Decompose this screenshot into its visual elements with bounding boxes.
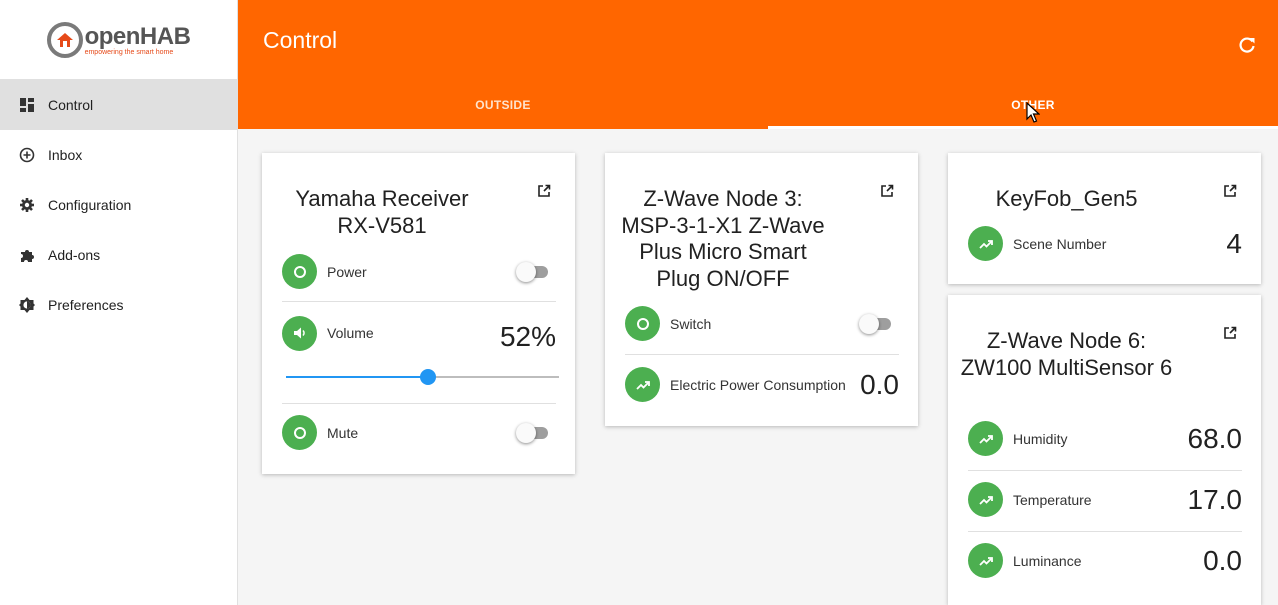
open-external-icon[interactable] bbox=[537, 184, 551, 198]
card-yamaha-receiver: Yamaha Receiver RX-V581 Power Volume 52%… bbox=[262, 153, 575, 474]
item-temperature: Temperature 17.0 bbox=[968, 482, 1242, 517]
sidebar-item-preferences[interactable]: Preferences bbox=[0, 280, 237, 330]
item-label: Switch bbox=[670, 315, 712, 332]
item-label: Mute bbox=[327, 424, 359, 441]
item-label: Luminance bbox=[1013, 552, 1082, 569]
divider bbox=[625, 354, 899, 355]
card-keyfob: KeyFob_Gen5 Scene Number 4 bbox=[948, 153, 1261, 284]
gear-icon bbox=[19, 197, 35, 213]
luminance-value: 0.0 bbox=[1203, 544, 1242, 576]
mouse-cursor-icon bbox=[1026, 102, 1040, 123]
open-external-icon[interactable] bbox=[1223, 184, 1237, 198]
divider bbox=[282, 301, 556, 302]
divider bbox=[968, 470, 1242, 471]
power-icon bbox=[625, 306, 660, 341]
sidebar-item-label: Preferences bbox=[48, 297, 124, 313]
card-zwave-node-3: Z-Wave Node 3: MSP-3-1-X1 Z-Wave Plus Mi… bbox=[605, 153, 918, 426]
trending-up-icon bbox=[968, 421, 1003, 456]
card-title: Z-Wave Node 3: MSP-3-1-X1 Z-Wave Plus Mi… bbox=[621, 186, 825, 291]
item-scene-number: Scene Number 4 bbox=[968, 226, 1242, 261]
open-external-icon[interactable] bbox=[880, 184, 894, 198]
sidebar-item-addons[interactable]: Add-ons bbox=[0, 230, 237, 280]
slider-thumb[interactable] bbox=[419, 369, 436, 385]
speaker-icon bbox=[282, 315, 317, 351]
item-volume: Volume 52% bbox=[282, 313, 556, 353]
switch-toggle[interactable] bbox=[859, 313, 893, 335]
item-power: Power bbox=[282, 254, 556, 289]
sidebar-item-label: Control bbox=[48, 97, 94, 113]
sidebar: openHAB empowering the smart home Contro… bbox=[0, 0, 238, 605]
sidebar-item-label: Add-ons bbox=[48, 247, 101, 263]
open-external-icon[interactable] bbox=[1223, 326, 1237, 340]
card-title: KeyFob_Gen5 bbox=[995, 186, 1138, 211]
refresh-icon[interactable] bbox=[1238, 36, 1256, 54]
sidebar-item-inbox[interactable]: Inbox bbox=[0, 130, 237, 180]
page-title: Control bbox=[263, 27, 338, 53]
power-icon bbox=[282, 415, 317, 450]
logo-wordmark-text: openHAB bbox=[84, 22, 191, 50]
item-label: Humidity bbox=[1013, 430, 1068, 447]
add-circle-icon bbox=[19, 147, 35, 163]
item-label: Temperature bbox=[1013, 491, 1092, 508]
trending-up-icon bbox=[968, 226, 1003, 261]
item-humidity: Humidity 68.0 bbox=[968, 421, 1242, 456]
tab-indicator bbox=[768, 126, 1278, 129]
card-zwave-node-6: Z-Wave Node 6: ZW100 MultiSensor 6 Humid… bbox=[948, 295, 1261, 605]
sidebar-item-label: Inbox bbox=[48, 147, 83, 163]
sidebar-item-configuration[interactable]: Configuration bbox=[0, 180, 237, 230]
item-label: Electric Power Consumption bbox=[670, 376, 846, 393]
sidebar-item-control[interactable]: Control bbox=[0, 80, 237, 130]
dashboard-icon bbox=[19, 97, 35, 113]
trending-up-icon bbox=[968, 543, 1003, 578]
electric-power-value: 0.0 bbox=[860, 368, 899, 400]
logo-ring-icon bbox=[46, 21, 83, 58]
logo-house-icon bbox=[56, 32, 73, 47]
card-title: Yamaha Receiver RX-V581 bbox=[295, 186, 469, 238]
humidity-value: 68.0 bbox=[1187, 422, 1243, 454]
openhab-logo[interactable]: openHAB empowering the smart home bbox=[0, 0, 237, 80]
logo-tagline: empowering the smart home bbox=[84, 48, 174, 56]
item-electric-power: Electric Power Consumption 0.0 bbox=[625, 367, 899, 402]
card-title: Z-Wave Node 6: ZW100 MultiSensor 6 bbox=[960, 328, 1173, 380]
logo-wordmark: openHAB bbox=[84, 22, 191, 50]
volume-slider[interactable] bbox=[286, 369, 559, 385]
trending-up-icon bbox=[968, 482, 1003, 517]
item-switch: Switch bbox=[625, 306, 899, 341]
divider bbox=[968, 531, 1242, 532]
sidebar-item-label: Configuration bbox=[48, 197, 132, 213]
item-label: Power bbox=[327, 263, 367, 280]
item-label: Scene Number bbox=[1013, 235, 1107, 252]
mute-toggle[interactable] bbox=[516, 422, 550, 444]
puzzle-icon bbox=[19, 247, 35, 263]
tab-outside[interactable]: OUTSIDE bbox=[238, 80, 768, 129]
volume-value: 52% bbox=[499, 321, 556, 352]
tab-other[interactable]: OTHER bbox=[768, 80, 1278, 129]
scene-number-value: 4 bbox=[1226, 227, 1242, 259]
item-label: Volume bbox=[327, 325, 374, 341]
power-icon bbox=[282, 254, 317, 289]
trending-up-icon bbox=[625, 367, 660, 402]
divider bbox=[282, 403, 556, 404]
brightness-gear-icon bbox=[19, 297, 35, 313]
power-toggle[interactable] bbox=[516, 261, 550, 283]
app-header: Control OUTSIDE OTHER bbox=[238, 0, 1278, 129]
temperature-value: 17.0 bbox=[1187, 483, 1243, 515]
item-mute: Mute bbox=[282, 415, 556, 450]
item-luminance: Luminance 0.0 bbox=[968, 543, 1242, 578]
